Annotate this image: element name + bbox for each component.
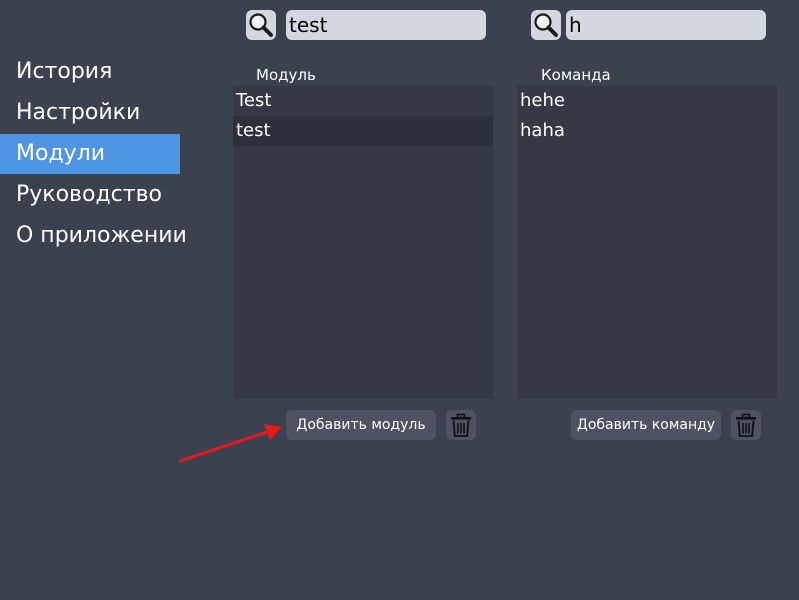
commands-list[interactable]: hehe haha: [517, 86, 777, 399]
list-item[interactable]: Test: [233, 86, 493, 116]
commands-search-input[interactable]: [566, 10, 766, 40]
commands-search-button[interactable]: [531, 10, 561, 40]
sidebar-item-settings[interactable]: Настройки: [0, 93, 200, 133]
modules-search-input[interactable]: [286, 10, 486, 40]
list-item[interactable]: haha: [517, 116, 777, 146]
modules-column-header: Модуль: [256, 66, 316, 84]
list-item[interactable]: test: [233, 116, 493, 146]
sidebar-item-modules[interactable]: Модули: [0, 134, 180, 174]
delete-command-button[interactable]: [731, 410, 761, 440]
modules-list[interactable]: Test test: [233, 86, 493, 399]
annotation-arrow-icon: [178, 424, 282, 463]
add-command-button[interactable]: Добавить команду: [571, 410, 721, 440]
trash-icon: [736, 413, 756, 437]
list-item[interactable]: hehe: [517, 86, 777, 116]
add-module-button[interactable]: Добавить модуль: [286, 410, 436, 440]
delete-module-button[interactable]: [446, 410, 476, 440]
trash-icon: [451, 413, 471, 437]
sidebar-nav: История Настройки Модули Руководство О п…: [0, 52, 200, 257]
modules-search-button[interactable]: [246, 10, 276, 40]
search-icon: [534, 13, 558, 37]
sidebar-item-guide[interactable]: Руководство: [0, 175, 200, 215]
sidebar-item-about[interactable]: О приложении: [0, 216, 200, 256]
commands-column-header: Команда: [541, 66, 611, 84]
search-icon: [249, 13, 273, 37]
sidebar-item-history[interactable]: История: [0, 52, 200, 92]
